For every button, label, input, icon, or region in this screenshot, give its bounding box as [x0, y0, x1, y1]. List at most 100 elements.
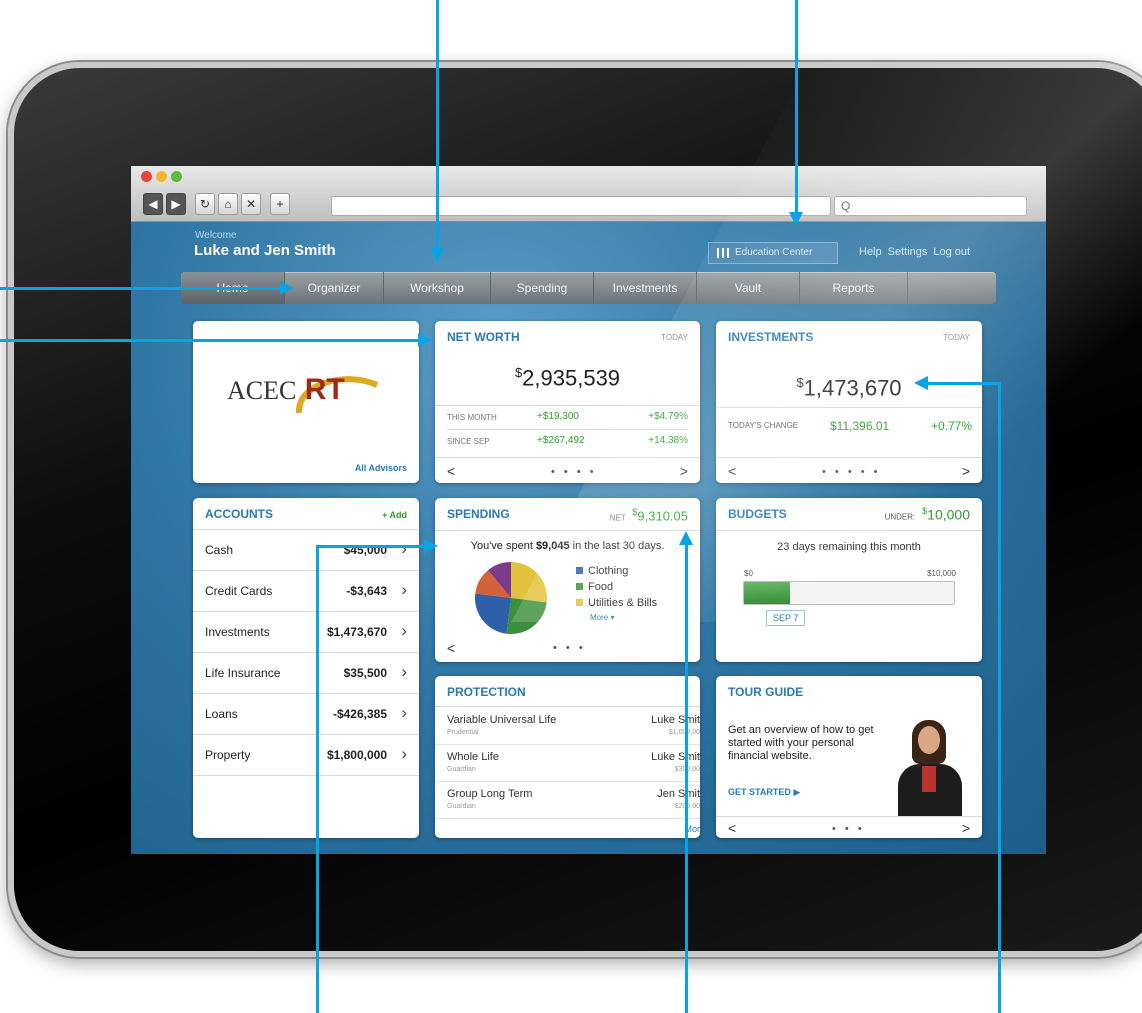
tab-workshop[interactable]: Workshop [384, 272, 491, 304]
chevron-right-icon: › [401, 621, 407, 640]
policy-owner: Luke Smit [651, 751, 700, 763]
tour-text: Get an overview of how to get started wi… [728, 724, 874, 762]
budgets-card: BUDGETS UNDER: $10,000 23 days remaining… [716, 498, 982, 662]
tab-organizer[interactable]: Organizer [285, 272, 384, 304]
callout-line [928, 382, 1001, 385]
accounts-title: ACCOUNTS [205, 507, 273, 521]
legend-swatch [576, 583, 583, 590]
net-label: NET [609, 513, 626, 523]
investments-title: INVESTMENTS [728, 330, 814, 344]
divider [716, 816, 982, 817]
policy-provider: Prudential [447, 729, 479, 736]
more-link[interactable]: More ▾ [590, 613, 657, 622]
net-worth-row: SINCE SEP +$267,492 +14.38% [447, 435, 688, 453]
budget-min: $0 [744, 569, 753, 578]
spending-net: NET $9,310.05 [610, 507, 688, 523]
prev-arrow[interactable]: < [728, 463, 736, 479]
account-row[interactable]: Cash $45,000 › [193, 530, 419, 571]
tab-vault[interactable]: Vault [697, 272, 800, 304]
divider [716, 457, 982, 458]
account-row[interactable]: Investments $1,473,670 › [193, 612, 419, 653]
chevron-right-icon: › [401, 744, 407, 763]
home-icon[interactable]: ⌂ [218, 193, 238, 215]
net-worth-when: TODAY [661, 333, 688, 342]
accounts-list: Cash $45,000 › Credit Cards -$3,643 › Investme… [193, 530, 419, 776]
next-arrow[interactable]: > [962, 463, 970, 479]
zoom-window-button[interactable] [171, 171, 182, 182]
summary-text: in the last 30 days. [569, 540, 665, 552]
new-tab-icon[interactable]: + [270, 193, 290, 215]
logo-text: ACEC [227, 376, 297, 405]
acec-logo: ACEC RT [227, 373, 379, 414]
protection-title: PROTECTION [447, 685, 526, 699]
tab-reports[interactable]: Reports [800, 272, 908, 304]
stage: ◀ ▶ ↻ ⌂ ✕ + Q Welcome Luke and Jen Smith… [0, 0, 1142, 1013]
pie-slice [475, 593, 511, 634]
budgets-title: BUDGETS [728, 507, 787, 521]
account-row[interactable]: Property $1,800,000 › [193, 735, 419, 776]
divider [716, 530, 982, 531]
browser-search-input[interactable]: Q [834, 196, 1027, 216]
pager-dots: • • • [553, 642, 586, 654]
help-link[interactable]: Help [859, 246, 882, 258]
all-advisors-link[interactable]: All Advisors [355, 463, 407, 473]
row-amount: +$267,492 [537, 435, 585, 446]
browser-window: ◀ ▶ ↻ ⌂ ✕ + Q Welcome Luke and Jen Smith… [131, 166, 1046, 854]
net-worth-row: THIS MONTH +$19,300 +$4.79% [447, 411, 688, 429]
get-started-link[interactable]: GET STARTED ▶ [728, 787, 800, 798]
minimize-window-button[interactable] [156, 171, 167, 182]
divider [435, 706, 700, 707]
tour-guide-photo [892, 720, 968, 816]
summary-text: You've spent [470, 540, 536, 552]
pager-dots: • • • • [551, 466, 597, 478]
settings-link[interactable]: Settings [888, 246, 928, 258]
account-row[interactable]: Loans -$426,385 › [193, 694, 419, 735]
reload-icon[interactable]: ↻ [195, 193, 215, 215]
next-arrow[interactable]: > [962, 820, 970, 836]
search-icon: Q [841, 199, 851, 213]
account-row[interactable]: Life Insurance $35,500 › [193, 653, 419, 694]
books-icon [717, 248, 729, 258]
chevron-right-icon: › [401, 703, 407, 722]
address-bar[interactable] [331, 196, 831, 216]
policy-row[interactable]: Variable Universal Life Prudential Luke Sm… [435, 708, 700, 745]
spending-legend: Clothing Food Utilities & Bills More ▾ [576, 565, 657, 622]
callout-line [0, 287, 282, 290]
callout-arrow-icon [679, 531, 693, 545]
change-label: TODAY'S CHANGE [728, 421, 799, 430]
chevron-right-icon: › [401, 662, 407, 681]
legend-label: Food [588, 581, 614, 593]
account-value: $1,473,670 [326, 625, 387, 639]
divider [447, 429, 688, 430]
investments-amount: 1,473,670 [803, 375, 902, 401]
callout-line [0, 339, 420, 342]
close-window-button[interactable] [141, 171, 152, 182]
prev-arrow[interactable]: < [728, 820, 736, 836]
divider [435, 405, 700, 406]
policy-row[interactable]: Group Long TermGuardianJen Smit$200,00 [435, 782, 700, 819]
logout-link[interactable]: Log out [933, 246, 970, 258]
account-name: Credit Cards [205, 584, 273, 598]
change-amount: $11,396.01 [830, 419, 890, 433]
forward-icon[interactable]: ▶ [166, 193, 186, 215]
spending-summary: You've spent $9,045 in the last 30 days. [435, 540, 700, 552]
tab-spending[interactable]: Spending [491, 272, 594, 304]
window-controls [141, 171, 182, 182]
stop-icon[interactable]: ✕ [241, 193, 261, 215]
budget-max: $10,000 [927, 569, 956, 578]
education-center-label: Education Center [735, 247, 813, 258]
tab-investments[interactable]: Investments [594, 272, 697, 304]
next-arrow[interactable]: > [680, 463, 688, 479]
net-worth-card: NET WORTH TODAY $2,935,539 THIS MONTH +$… [435, 321, 700, 483]
back-icon[interactable]: ◀ [143, 193, 163, 215]
pie-slice [506, 598, 547, 634]
net-value: 9,310.05 [637, 508, 688, 524]
account-row[interactable]: Credit Cards -$3,643 › [193, 571, 419, 612]
policy-row[interactable]: Whole LifeGuardianLuke Smit$300,00 [435, 745, 700, 782]
row-pct: +14.38% [648, 435, 688, 446]
pager-dots: • • • • • [822, 466, 881, 478]
prev-arrow[interactable]: < [447, 463, 455, 479]
education-center-button[interactable]: Education Center [708, 242, 838, 264]
add-account-button[interactable]: + Add [382, 510, 407, 520]
prev-arrow[interactable]: < [447, 640, 455, 656]
